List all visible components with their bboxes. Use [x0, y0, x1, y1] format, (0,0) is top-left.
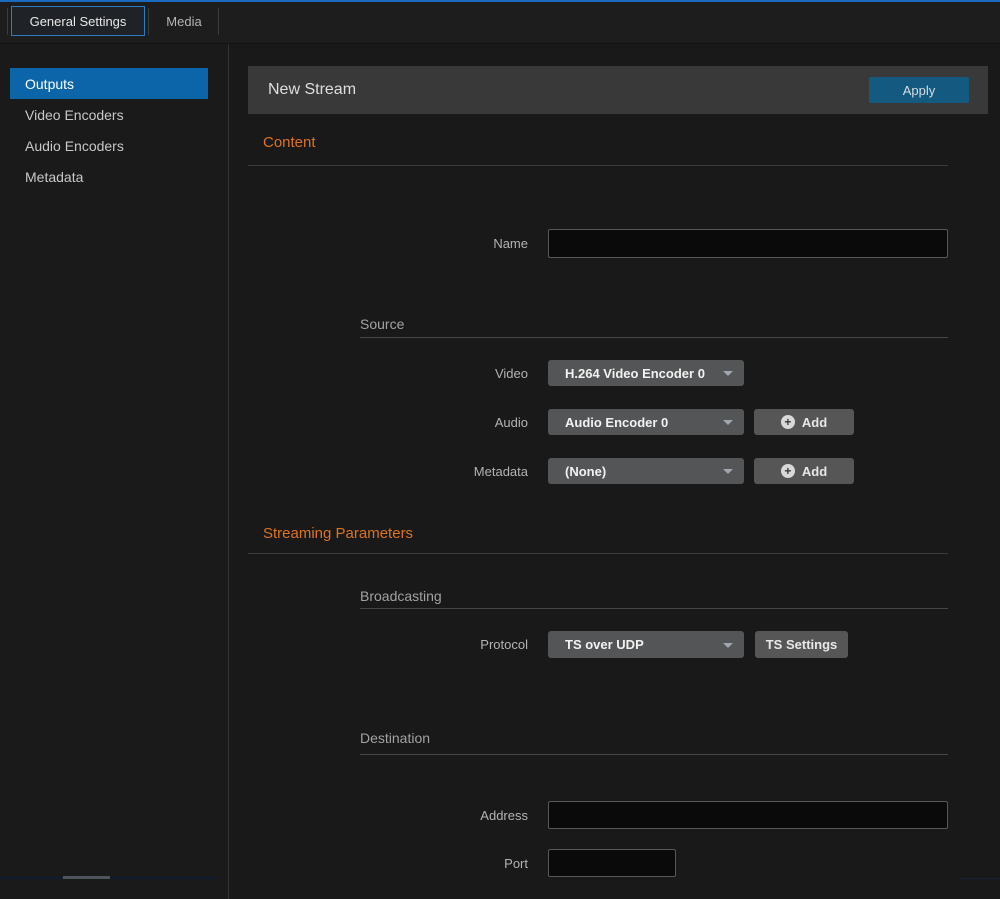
plus-circle-icon: +	[781, 464, 795, 478]
ts-settings-button[interactable]: TS Settings	[755, 631, 848, 658]
sidebar-hscrollbar-thumb[interactable]	[63, 876, 110, 879]
audio-label: Audio	[248, 409, 528, 435]
video-label: Video	[248, 360, 528, 386]
name-input[interactable]	[548, 229, 948, 258]
chevron-down-icon	[723, 643, 733, 648]
apply-button[interactable]: Apply	[869, 77, 969, 103]
sidebar-item-video-encoders[interactable]: Video Encoders	[10, 99, 208, 130]
panel-header: New Stream Apply	[248, 66, 988, 114]
address-label: Address	[248, 801, 528, 829]
scroll-remnant-line	[959, 878, 1000, 879]
video-select[interactable]: H.264 Video Encoder 0	[548, 360, 744, 386]
source-heading: Source	[360, 316, 404, 332]
section-rule	[248, 165, 948, 166]
section-heading-content: Content	[263, 134, 316, 151]
tab-separator	[218, 8, 219, 35]
tab-media[interactable]: Media	[150, 6, 218, 36]
subsection-rule	[360, 608, 948, 609]
tab-separator	[148, 8, 149, 35]
sidebar-item-audio-encoders[interactable]: Audio Encoders	[10, 130, 208, 161]
section-rule	[248, 553, 948, 554]
sidebar-item-outputs[interactable]: Outputs	[10, 68, 208, 99]
sidebar-item-metadata[interactable]: Metadata	[10, 161, 208, 192]
ts-settings-label: TS Settings	[766, 637, 838, 652]
section-heading-streaming-parameters: Streaming Parameters	[263, 525, 413, 542]
add-metadata-label: Add	[802, 464, 827, 479]
destination-heading: Destination	[360, 730, 430, 746]
port-input[interactable]	[548, 849, 676, 877]
tab-general-settings[interactable]: General Settings	[11, 6, 145, 36]
port-label: Port	[248, 849, 528, 877]
plus-circle-icon: +	[781, 415, 795, 429]
app-window: General Settings Media Outputs Video Enc…	[0, 0, 1000, 899]
sidebar: Outputs Video Encoders Audio Encoders Me…	[0, 44, 228, 899]
metadata-select-value: (None)	[565, 464, 606, 479]
add-audio-label: Add	[802, 415, 827, 430]
chevron-down-icon	[723, 469, 733, 474]
metadata-select[interactable]: (None)	[548, 458, 744, 484]
subsection-rule	[360, 337, 948, 338]
sidebar-divider	[228, 44, 229, 899]
tab-bar: General Settings Media	[0, 2, 1000, 44]
broadcasting-heading: Broadcasting	[360, 588, 442, 604]
audio-select[interactable]: Audio Encoder 0	[548, 409, 744, 435]
add-audio-button[interactable]: + Add	[754, 409, 854, 435]
video-select-value: H.264 Video Encoder 0	[565, 366, 705, 381]
page-title: New Stream	[268, 66, 356, 114]
metadata-label: Metadata	[248, 458, 528, 484]
subsection-rule	[360, 754, 948, 755]
chevron-down-icon	[723, 420, 733, 425]
tab-separator	[7, 8, 8, 35]
chevron-down-icon	[723, 371, 733, 376]
protocol-label: Protocol	[248, 631, 528, 658]
protocol-select[interactable]: TS over UDP	[548, 631, 744, 658]
address-input[interactable]	[548, 801, 948, 829]
add-metadata-button[interactable]: + Add	[754, 458, 854, 484]
protocol-select-value: TS over UDP	[565, 637, 644, 652]
name-label: Name	[248, 229, 528, 258]
audio-select-value: Audio Encoder 0	[565, 415, 668, 430]
